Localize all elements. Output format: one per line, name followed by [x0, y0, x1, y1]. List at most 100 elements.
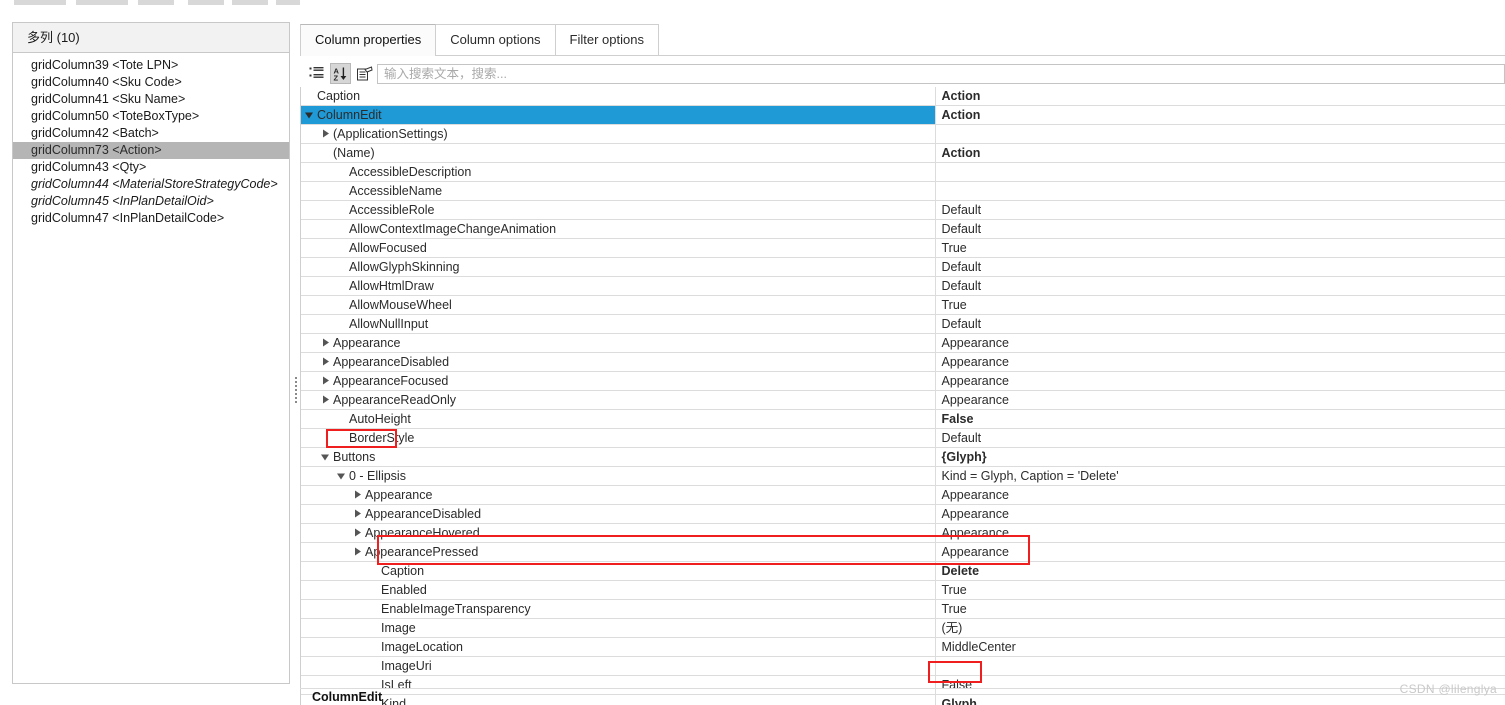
table-row[interactable]: AppearanceReadOnlyAppearance	[301, 391, 1505, 410]
splitter-grip[interactable]	[295, 377, 297, 405]
list-item[interactable]: gridColumn44 <MaterialStoreStrategyCode>	[13, 176, 289, 193]
property-name-cell[interactable]: AccessibleDescription	[301, 163, 935, 182]
table-row[interactable]: CaptionAction	[301, 87, 1505, 106]
property-value-cell[interactable]: Kind = Glyph, Caption = 'Delete'	[935, 467, 1505, 486]
table-row[interactable]: AccessibleRoleDefault	[301, 201, 1505, 220]
property-name-cell[interactable]: AllowNullInput	[301, 315, 935, 334]
property-name-cell[interactable]: AutoHeight	[301, 410, 935, 429]
chevron-right-icon[interactable]	[353, 510, 362, 519]
property-name-cell[interactable]: (Name)	[301, 144, 935, 163]
table-row[interactable]: Buttons{Glyph}	[301, 448, 1505, 467]
property-value-cell[interactable]: Action	[935, 106, 1505, 125]
table-row[interactable]: AllowNullInputDefault	[301, 315, 1505, 334]
property-name-cell[interactable]: AppearanceFocused	[301, 372, 935, 391]
property-name-cell[interactable]: ImageLocation	[301, 638, 935, 657]
property-value-cell[interactable]: Appearance	[935, 486, 1505, 505]
list-item[interactable]: gridColumn45 <InPlanDetailOid>	[13, 193, 289, 210]
tab-filter-options[interactable]: Filter options	[555, 24, 659, 55]
table-row[interactable]: AllowMouseWheelTrue	[301, 296, 1505, 315]
table-row[interactable]: AllowGlyphSkinningDefault	[301, 258, 1505, 277]
property-value-cell[interactable]: True	[935, 600, 1505, 619]
property-name-cell[interactable]: (ApplicationSettings)	[301, 125, 935, 144]
property-value-cell[interactable]: MiddleCenter	[935, 638, 1505, 657]
table-row[interactable]: AllowHtmlDrawDefault	[301, 277, 1505, 296]
chevron-right-icon[interactable]	[321, 396, 330, 405]
table-row[interactable]: AllowFocusedTrue	[301, 239, 1505, 258]
property-value-cell[interactable]: Appearance	[935, 353, 1505, 372]
property-name-cell[interactable]: Image	[301, 619, 935, 638]
property-value-cell[interactable]: Delete	[935, 562, 1505, 581]
property-name-cell[interactable]: AllowHtmlDraw	[301, 277, 935, 296]
chevron-right-icon[interactable]	[353, 529, 362, 538]
property-value-cell[interactable]: Appearance	[935, 524, 1505, 543]
property-name-cell[interactable]: Enabled	[301, 581, 935, 600]
chevron-right-icon[interactable]	[321, 377, 330, 386]
property-value-cell[interactable]: Default	[935, 258, 1505, 277]
list-item[interactable]: gridColumn42 <Batch>	[13, 125, 289, 142]
table-row[interactable]: (Name)Action	[301, 144, 1505, 163]
property-value-cell[interactable]: Default	[935, 277, 1505, 296]
list-item[interactable]: gridColumn47 <InPlanDetailCode>	[13, 210, 289, 227]
table-row[interactable]: AccessibleDescription	[301, 163, 1505, 182]
table-row[interactable]: Image(无)	[301, 619, 1505, 638]
table-row[interactable]: AppearanceAppearance	[301, 486, 1505, 505]
chevron-down-icon[interactable]	[321, 453, 330, 462]
property-value-cell[interactable]	[935, 182, 1505, 201]
property-name-cell[interactable]: 0 - Ellipsis	[301, 467, 935, 486]
table-row[interactable]: AppearanceHoveredAppearance	[301, 524, 1505, 543]
chevron-down-icon[interactable]	[337, 472, 346, 481]
search-box[interactable]	[377, 64, 1505, 84]
property-name-cell[interactable]: ImageUri	[301, 657, 935, 676]
property-name-cell[interactable]: ColumnEdit	[301, 106, 935, 125]
property-name-cell[interactable]: Caption	[301, 87, 935, 106]
table-row[interactable]: (ApplicationSettings)	[301, 125, 1505, 144]
property-name-cell[interactable]: AppearancePressed	[301, 543, 935, 562]
property-value-cell[interactable]: True	[935, 296, 1505, 315]
table-row[interactable]: BorderStyleDefault	[301, 429, 1505, 448]
property-value-cell[interactable]: (无)	[935, 619, 1505, 638]
property-name-cell[interactable]: EnableImageTransparency	[301, 600, 935, 619]
table-row[interactable]: EnableImageTransparencyTrue	[301, 600, 1505, 619]
property-value-cell[interactable]: Appearance	[935, 543, 1505, 562]
list-item[interactable]: gridColumn50 <ToteBoxType>	[13, 108, 289, 125]
table-row[interactable]: ImageUri	[301, 657, 1505, 676]
property-value-cell[interactable]: Appearance	[935, 505, 1505, 524]
column-list[interactable]: gridColumn39 <Tote LPN>gridColumn40 <Sku…	[13, 53, 289, 227]
table-row[interactable]: AppearanceDisabledAppearance	[301, 505, 1505, 524]
property-value-cell[interactable]: Default	[935, 201, 1505, 220]
table-row[interactable]: AllowContextImageChangeAnimationDefault	[301, 220, 1505, 239]
list-item[interactable]: gridColumn41 <Sku Name>	[13, 91, 289, 108]
property-name-cell[interactable]: Appearance	[301, 486, 935, 505]
panel-splitter[interactable]	[292, 22, 300, 684]
property-pages-icon[interactable]	[354, 63, 375, 84]
property-value-cell[interactable]: True	[935, 239, 1505, 258]
property-value-cell[interactable]: False	[935, 410, 1505, 429]
tab-column-properties[interactable]: Column properties	[300, 24, 436, 55]
chevron-right-icon[interactable]	[321, 130, 330, 139]
categorized-list-icon[interactable]	[306, 63, 327, 84]
property-value-cell[interactable]: Appearance	[935, 391, 1505, 410]
table-row[interactable]: ColumnEditAction	[301, 106, 1505, 125]
property-value-cell[interactable]	[935, 125, 1505, 144]
property-name-cell[interactable]: Appearance	[301, 334, 935, 353]
property-name-cell[interactable]: Buttons	[301, 448, 935, 467]
table-row[interactable]: AppearancePressedAppearance	[301, 543, 1505, 562]
property-value-cell[interactable]: Appearance	[935, 372, 1505, 391]
tab-column-options[interactable]: Column options	[435, 24, 555, 55]
property-name-cell[interactable]: AppearanceReadOnly	[301, 391, 935, 410]
chevron-right-icon[interactable]	[321, 358, 330, 367]
chevron-down-icon[interactable]	[305, 111, 314, 120]
table-row[interactable]: CaptionDelete	[301, 562, 1505, 581]
list-item[interactable]: gridColumn39 <Tote LPN>	[13, 57, 289, 74]
property-name-cell[interactable]: BorderStyle	[301, 429, 935, 448]
property-value-cell[interactable]	[935, 657, 1505, 676]
table-row[interactable]: 0 - EllipsisKind = Glyph, Caption = 'Del…	[301, 467, 1505, 486]
chevron-right-icon[interactable]	[353, 548, 362, 557]
table-row[interactable]: AppearanceFocusedAppearance	[301, 372, 1505, 391]
property-value-cell[interactable]: Action	[935, 87, 1505, 106]
property-name-cell[interactable]: AllowFocused	[301, 239, 935, 258]
property-name-cell[interactable]: AllowContextImageChangeAnimation	[301, 220, 935, 239]
table-row[interactable]: AccessibleName	[301, 182, 1505, 201]
property-name-cell[interactable]: AllowMouseWheel	[301, 296, 935, 315]
property-value-cell[interactable]: Default	[935, 429, 1505, 448]
